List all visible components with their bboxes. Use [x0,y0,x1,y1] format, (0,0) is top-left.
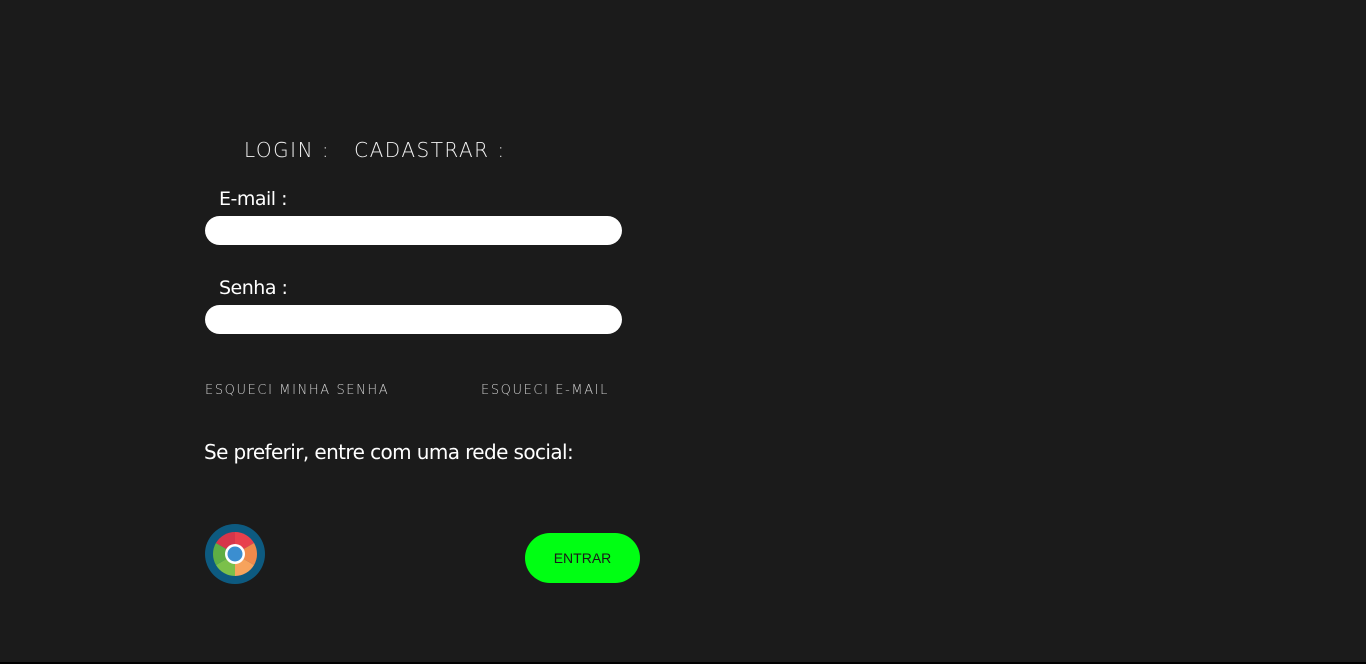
login-page: LOGIN : CADASTRAR : E-mail : Senha : ESQ… [0,0,1366,662]
password-field[interactable] [205,305,622,334]
auth-tabs: LOGIN : CADASTRAR : [244,138,506,162]
forgot-password-link[interactable]: ESQUECI MINHA SENHA [205,383,389,398]
forgot-email-link[interactable]: ESQUECI E-MAIL [481,383,609,398]
social-login-prompt: Se preferir, entre com uma rede social: [204,440,574,464]
chrome-icon [205,524,265,584]
email-label: E-mail : [219,188,288,210]
email-field[interactable] [205,216,622,245]
tab-cadastrar[interactable]: CADASTRAR : [354,138,506,162]
chrome-login-button[interactable] [205,524,265,584]
tab-login[interactable]: LOGIN : [244,138,330,162]
password-label: Senha : [219,277,288,299]
enter-button[interactable]: ENTRAR [525,533,640,583]
